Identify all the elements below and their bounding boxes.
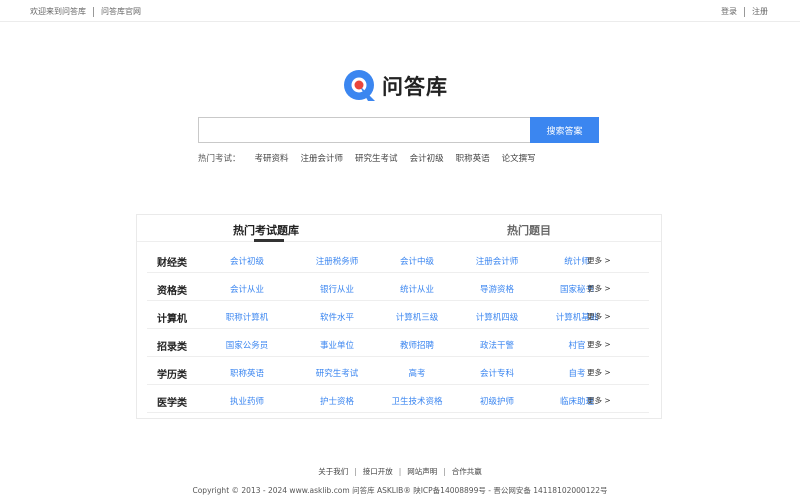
exam-link[interactable]: 会计专科 bbox=[457, 367, 537, 379]
top-bar: 欢迎来到问答库 问答库官网 登录 注册 bbox=[0, 0, 800, 22]
divider: | bbox=[354, 467, 357, 476]
logo[interactable]: 问答库 bbox=[342, 68, 448, 104]
search-bar: 搜索答案 bbox=[198, 117, 599, 143]
exam-link[interactable]: 导游资格 bbox=[457, 283, 537, 295]
exam-link[interactable]: 初级护师 bbox=[457, 395, 537, 407]
category-name: 招录类 bbox=[157, 342, 187, 353]
exam-link[interactable]: 银行从业 bbox=[297, 283, 377, 295]
category-row: 招录类 国家公务员 事业单位 教师招聘 政法干警 村官 更多 > bbox=[147, 329, 649, 357]
exam-link[interactable]: 教师招聘 bbox=[377, 339, 457, 351]
category-row: 资格类 会计从业 银行从业 统计从业 导游资格 国家秘书 更多 > bbox=[147, 273, 649, 301]
welcome-text: 欢迎来到问答库 bbox=[30, 7, 86, 16]
logo-text: 问答库 bbox=[382, 75, 448, 99]
exam-link[interactable]: 研究生考试 bbox=[297, 367, 377, 379]
more-link[interactable]: 更多 > bbox=[587, 311, 611, 322]
category-row: 计算机 职称计算机 软件水平 计算机三级 计算机四级 计算机基础 更多 > bbox=[147, 301, 649, 329]
footer-link-cooperation[interactable]: 合作共赢 bbox=[452, 467, 482, 476]
more-link[interactable]: 更多 > bbox=[587, 339, 611, 350]
exam-link[interactable]: 职称英语 bbox=[207, 367, 287, 379]
search-button[interactable]: 搜索答案 bbox=[530, 117, 599, 143]
category-name: 财经类 bbox=[157, 258, 187, 269]
tab-hot-exam-banks[interactable]: 热门考试题库 bbox=[233, 222, 299, 238]
category-row: 医学类 执业药师 护士资格 卫生技术资格 初级护师 临床助理 更多 > bbox=[147, 385, 649, 413]
divider: | bbox=[398, 467, 402, 476]
hot-exam-link[interactable]: 职称英语 bbox=[456, 152, 490, 164]
exam-panel: 热门考试题库 热门题目 财经类 会计初级 注册税务师 会计中级 注册会计师 统计师 更多 >… bbox=[136, 214, 662, 419]
search-input[interactable] bbox=[198, 117, 530, 143]
exam-link[interactable]: 计算机三级 bbox=[377, 311, 457, 323]
exam-link[interactable]: 注册税务师 bbox=[297, 255, 377, 267]
category-row: 财经类 会计初级 注册税务师 会计中级 注册会计师 统计师 更多 > bbox=[147, 245, 649, 273]
top-bar-right: 登录 注册 bbox=[721, 6, 768, 17]
more-link[interactable]: 更多 > bbox=[587, 367, 611, 378]
top-bar-left: 欢迎来到问答库 问答库官网 bbox=[30, 6, 141, 17]
logo-q-icon bbox=[342, 68, 378, 104]
exam-link[interactable]: 事业单位 bbox=[297, 339, 377, 351]
hot-exam-link[interactable]: 论文撰写 bbox=[502, 152, 536, 164]
exam-link[interactable]: 会计中级 bbox=[377, 255, 457, 267]
exam-link[interactable]: 卫生技术资格 bbox=[377, 395, 457, 407]
category-row: 学历类 职称英语 研究生考试 高考 会计专科 自考 更多 > bbox=[147, 357, 649, 385]
exam-link[interactable]: 政法干警 bbox=[457, 339, 537, 351]
exam-link[interactable]: 护士资格 bbox=[297, 395, 377, 407]
category-name: 资格类 bbox=[157, 286, 187, 297]
exam-link[interactable]: 注册会计师 bbox=[457, 255, 537, 267]
footer-link-statement[interactable]: 网站声明 bbox=[407, 467, 437, 476]
more-link[interactable]: 更多 > bbox=[587, 255, 611, 266]
hot-exams-label: 热门考试： bbox=[198, 154, 241, 164]
more-link[interactable]: 更多 > bbox=[587, 395, 611, 406]
category-name: 计算机 bbox=[157, 314, 187, 325]
hot-exams: 热门考试： 考研资料 注册会计师 研究生考试 会计初级 职称英语 论文撰写 bbox=[198, 152, 548, 164]
login-link[interactable]: 登录 bbox=[721, 6, 737, 17]
category-name: 医学类 bbox=[157, 398, 187, 409]
footer-link-api[interactable]: 接口开放 bbox=[363, 467, 393, 476]
more-link[interactable]: 更多 > bbox=[587, 283, 611, 294]
panel-tabs: 热门考试题库 热门题目 bbox=[137, 215, 661, 242]
exam-link[interactable]: 统计从业 bbox=[377, 283, 457, 295]
exam-link[interactable]: 会计初级 bbox=[207, 255, 287, 267]
tab-hot-questions[interactable]: 热门题目 bbox=[507, 222, 551, 238]
divider: | bbox=[443, 467, 446, 476]
hot-exam-link[interactable]: 会计初级 bbox=[410, 152, 444, 164]
footer-links: 关于我们 | 接口开放 | 网站声明 | 合作共赢 bbox=[0, 466, 800, 477]
exam-link[interactable]: 计算机四级 bbox=[457, 311, 537, 323]
hot-exam-link[interactable]: 注册会计师 bbox=[301, 152, 344, 164]
copyright: Copyright © 2013 - 2024 www.asklib.com 问… bbox=[192, 486, 608, 495]
exam-link[interactable]: 高考 bbox=[377, 367, 457, 379]
divider bbox=[744, 6, 745, 17]
hot-exam-link[interactable]: 考研资料 bbox=[255, 152, 289, 164]
exam-link[interactable]: 会计从业 bbox=[207, 283, 287, 295]
exam-link[interactable]: 软件水平 bbox=[297, 311, 377, 323]
category-name: 学历类 bbox=[157, 370, 187, 381]
exam-link[interactable]: 国家公务员 bbox=[207, 339, 287, 351]
hot-exam-link[interactable]: 研究生考试 bbox=[355, 152, 398, 164]
official-site-link[interactable]: 问答库官网 bbox=[101, 6, 141, 17]
active-tab-indicator bbox=[254, 239, 284, 242]
footer-link-about[interactable]: 关于我们 bbox=[318, 467, 348, 476]
exam-link[interactable]: 职称计算机 bbox=[207, 311, 287, 323]
exam-link[interactable]: 执业药师 bbox=[207, 395, 287, 407]
divider bbox=[93, 6, 94, 17]
register-link[interactable]: 注册 bbox=[752, 6, 768, 17]
